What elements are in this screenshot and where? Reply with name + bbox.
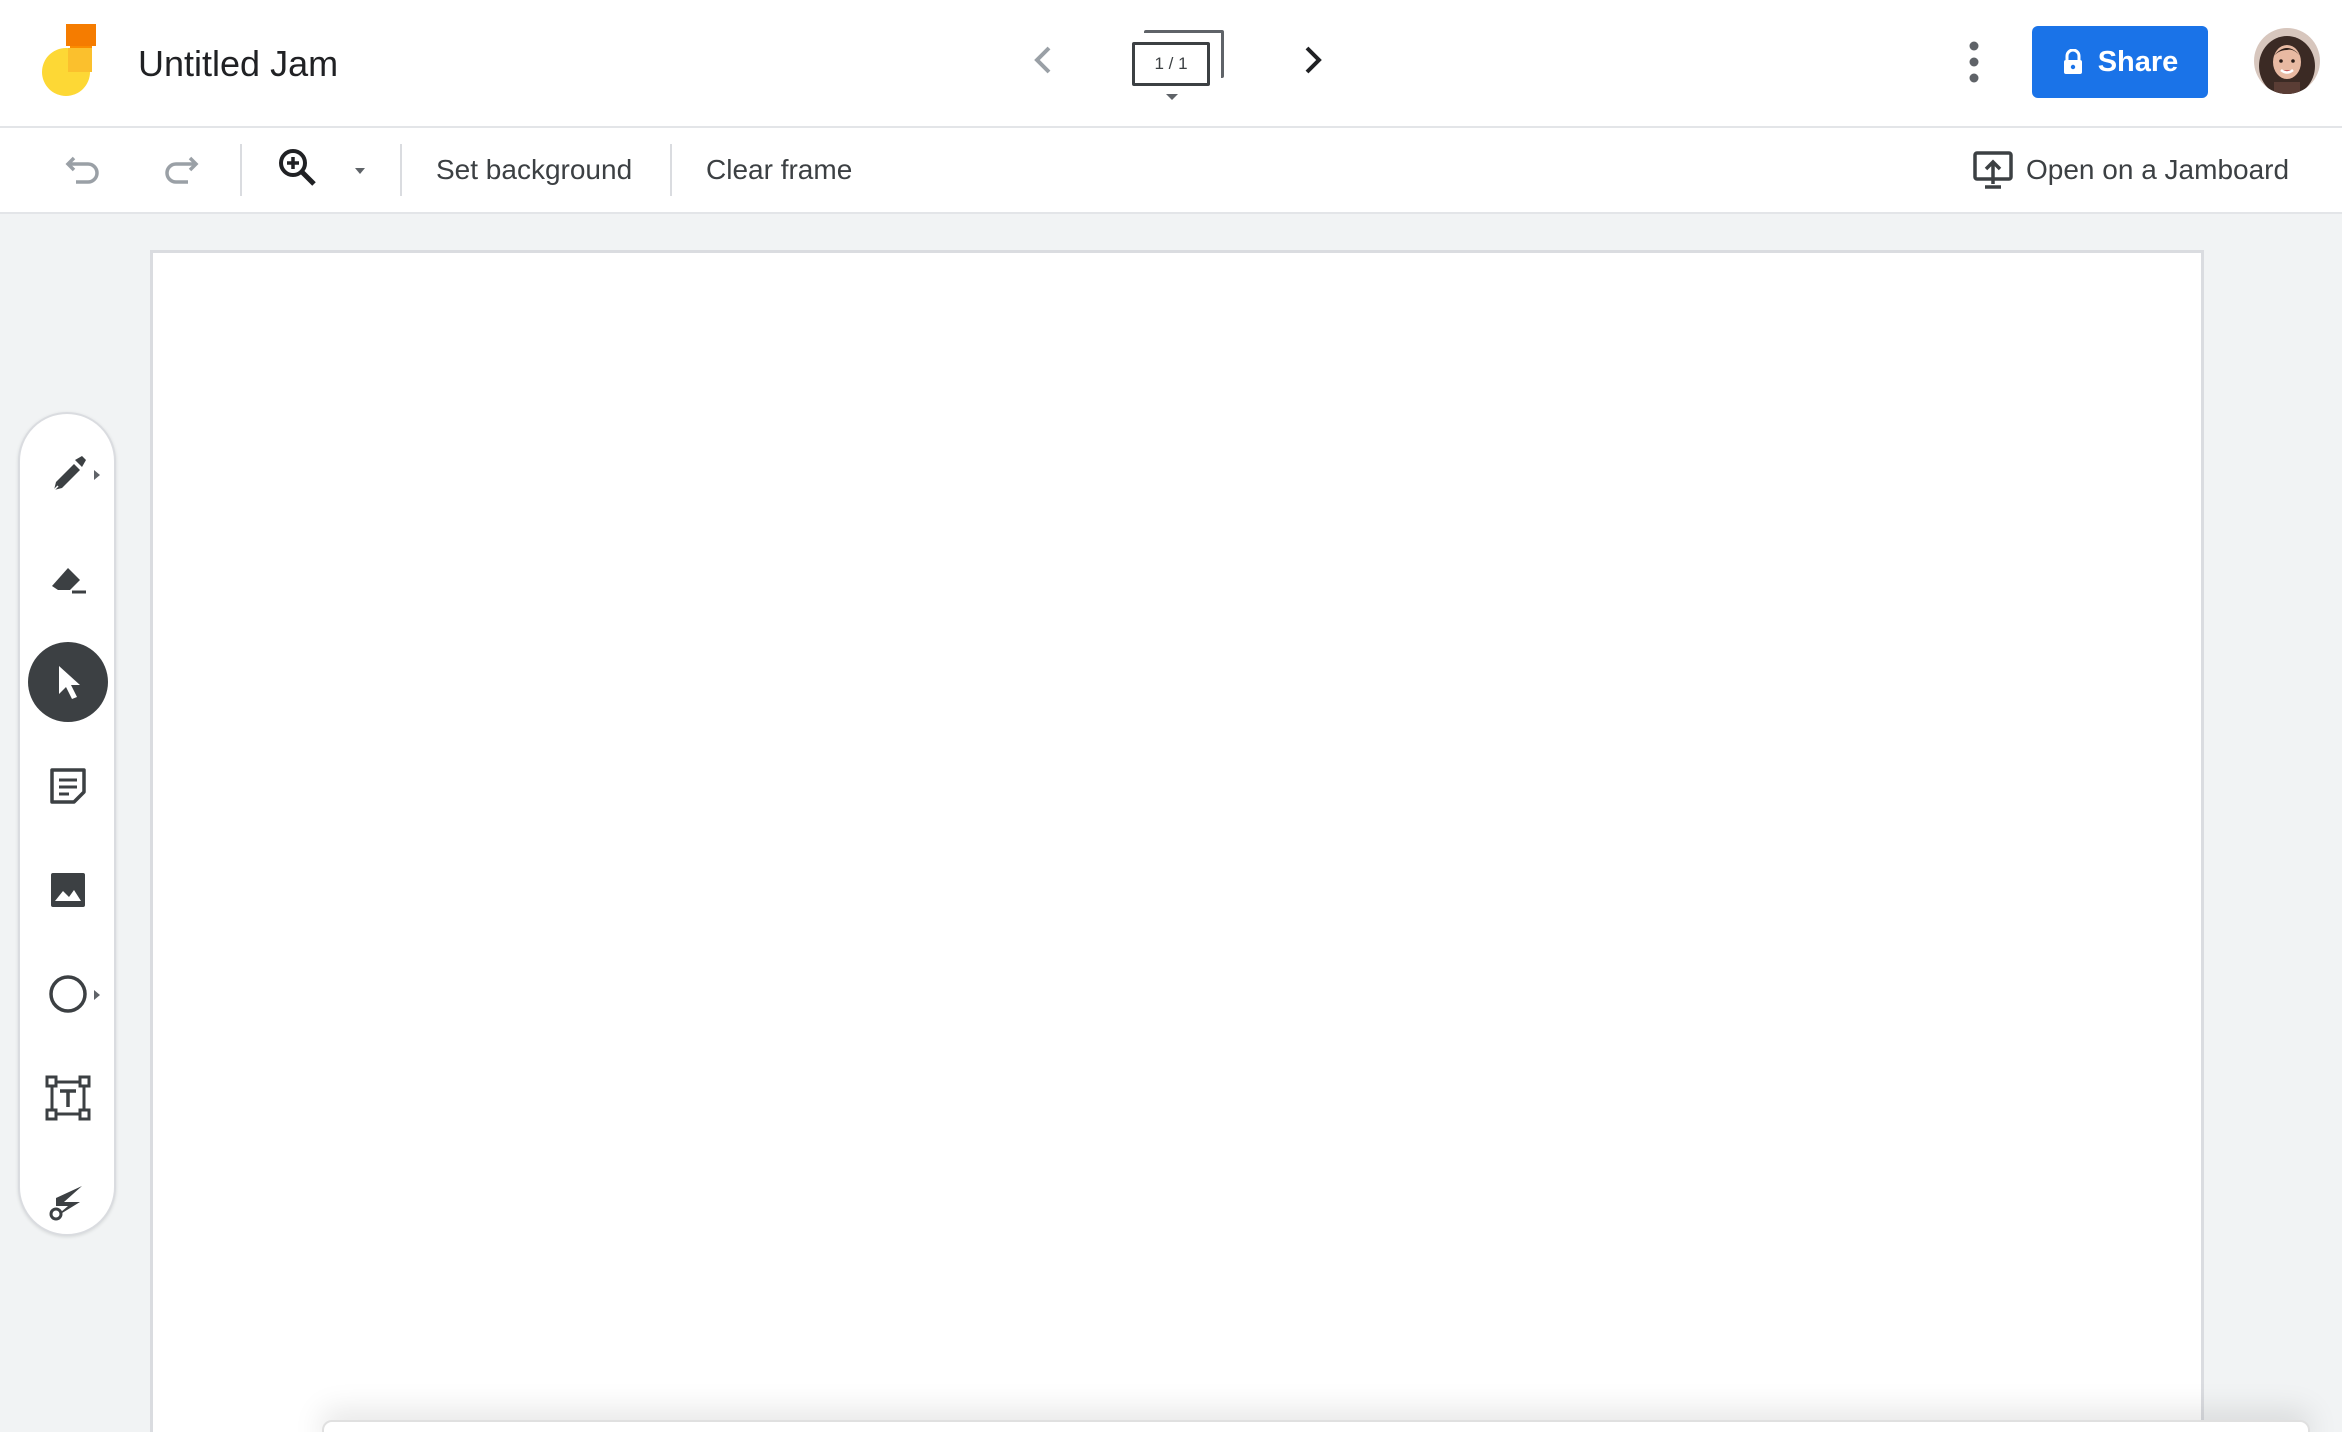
- previous-frame-button[interactable]: [1022, 38, 1066, 82]
- chevron-left-icon: [1034, 46, 1051, 74]
- pen-tool[interactable]: [28, 434, 108, 514]
- zoom-button[interactable]: [274, 144, 322, 192]
- toolbar-divider: [240, 144, 242, 196]
- frame-bar-toggle[interactable]: 1 / 1: [1128, 26, 1228, 106]
- share-button[interactable]: Share: [2032, 26, 2208, 98]
- toolbar-divider: [400, 144, 402, 196]
- document-title[interactable]: Untitled Jam: [138, 42, 338, 86]
- laser-icon: [49, 1186, 82, 1221]
- cast-to-device-icon: [1973, 151, 2013, 189]
- clear-frame-button[interactable]: Clear frame: [706, 150, 852, 190]
- redo-icon: [165, 156, 199, 184]
- submenu-caret-icon: [94, 470, 100, 480]
- submenu-caret-icon: [94, 990, 100, 1000]
- undo-button[interactable]: [60, 148, 108, 192]
- redo-button[interactable]: [156, 148, 204, 192]
- caret-down-icon: [1166, 94, 1178, 100]
- circle-icon: [49, 975, 87, 1013]
- tool-palette: [18, 412, 116, 1236]
- sticky-note-icon: [50, 768, 86, 804]
- add-image-tool[interactable]: [28, 850, 108, 930]
- sticky-note-tool[interactable]: [28, 746, 108, 826]
- image-icon: [51, 873, 85, 907]
- user-avatar[interactable]: [2254, 28, 2320, 94]
- shape-tool[interactable]: [28, 954, 108, 1034]
- share-label: Share: [2097, 45, 2179, 78]
- next-frame-button[interactable]: [1290, 38, 1334, 82]
- open-on-jamboard-button[interactable]: Open on a Jamboard: [1972, 146, 2289, 194]
- text-box-icon: [45, 1075, 91, 1121]
- eraser-icon: [52, 568, 86, 594]
- pointer-icon: [59, 666, 80, 699]
- more-vert-icon: [1969, 41, 1979, 83]
- set-background-button[interactable]: Set background: [436, 150, 632, 190]
- eraser-tool[interactable]: [28, 538, 108, 618]
- frames-panel: [322, 1420, 2310, 1432]
- zoom-dropdown-button[interactable]: [350, 164, 370, 176]
- pen-icon: [53, 456, 86, 491]
- frame-toolbar: Set background Clear frame Open on a Jam…: [0, 128, 2342, 214]
- lock-icon: [2063, 49, 2082, 74]
- app-header: Untitled Jam 1 / 1 Share: [0, 0, 2342, 128]
- jamboard-logo-icon[interactable]: [40, 24, 96, 100]
- frame-counter: 1 / 1: [1132, 42, 1210, 86]
- open-on-jamboard-label: Open on a Jamboard: [2026, 154, 2290, 185]
- jam-canvas[interactable]: [150, 250, 2204, 1432]
- text-box-tool[interactable]: [28, 1058, 108, 1138]
- caret-down-icon: [355, 168, 365, 174]
- toolbar-divider: [670, 144, 672, 196]
- laser-tool[interactable]: [28, 1162, 108, 1242]
- select-tool[interactable]: [28, 642, 108, 722]
- chevron-right-icon: [1305, 46, 1322, 74]
- zoom-in-icon: [279, 149, 316, 186]
- undo-icon: [65, 156, 99, 184]
- more-options-button[interactable]: [1952, 36, 1996, 88]
